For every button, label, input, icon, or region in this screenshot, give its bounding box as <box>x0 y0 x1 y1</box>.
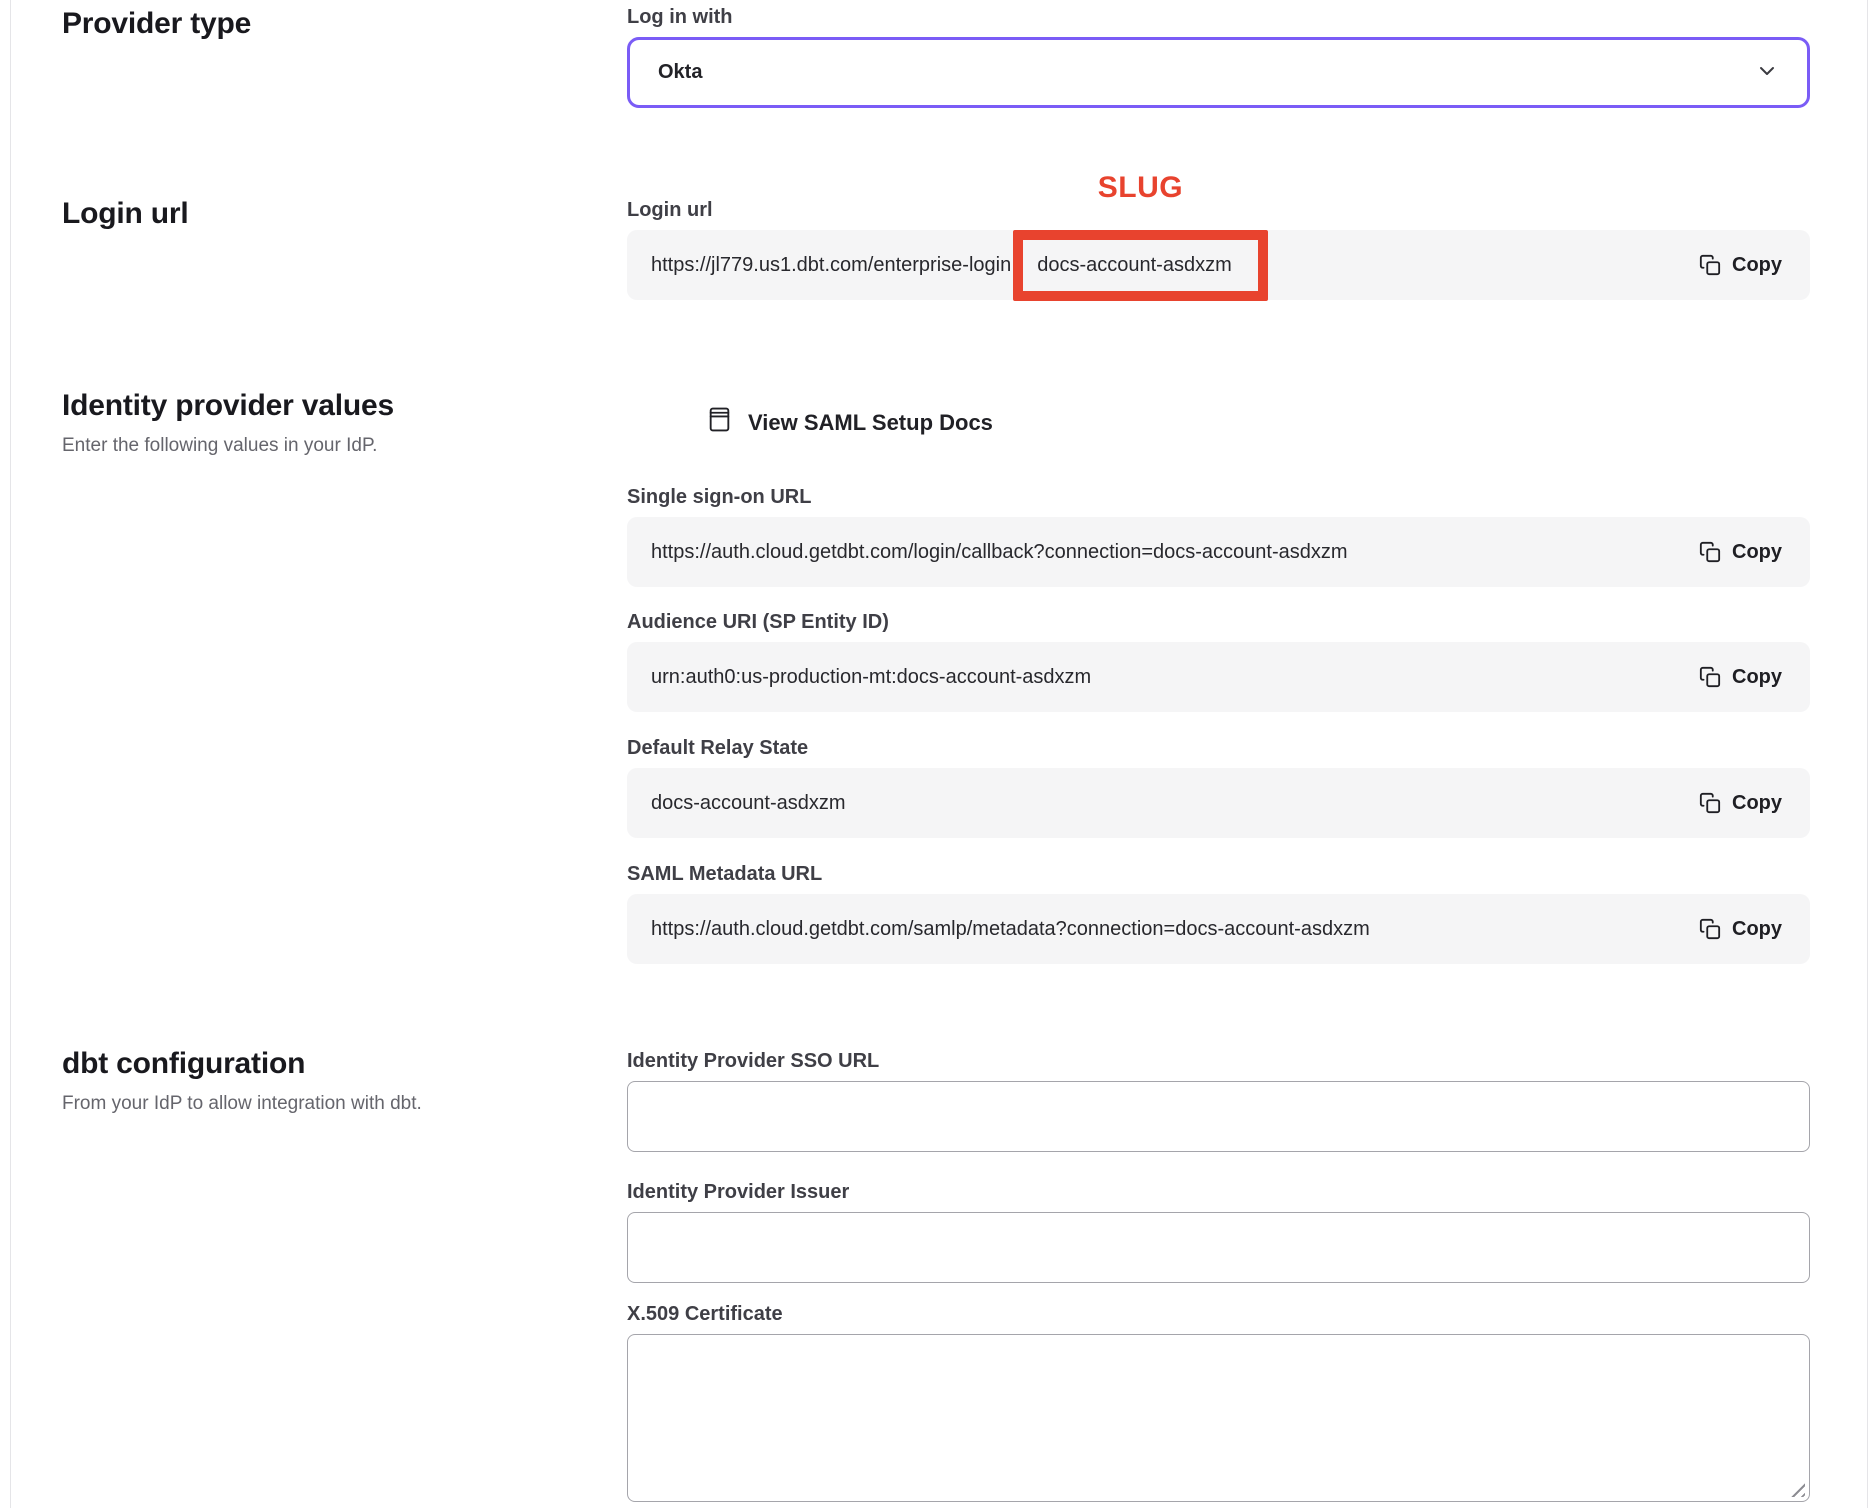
provider-type-heading: Provider type <box>62 6 582 42</box>
audience-uri-row: urn:auth0:us-production-mt:docs-account-… <box>627 642 1810 712</box>
x509-certificate-textarea[interactable] <box>627 1334 1810 1502</box>
copy-button-label: Copy <box>1732 254 1782 277</box>
copy-button-label: Copy <box>1732 918 1782 941</box>
copy-saml-metadata-url-button[interactable]: Copy <box>1699 914 1782 945</box>
login-with-label: Log in with <box>627 6 1810 28</box>
copy-icon <box>1699 918 1721 940</box>
default-relay-state-value: docs-account-asdxzm <box>651 792 1699 815</box>
copy-single-sign-on-url-button[interactable]: Copy <box>1699 537 1782 568</box>
copy-icon <box>1699 792 1721 814</box>
section-heading-provider-type: Provider type <box>62 6 582 42</box>
identity-provider-values-subtitle: Enter the following values in your IdP. <box>62 434 582 458</box>
copy-button-label: Copy <box>1732 541 1782 564</box>
saml-metadata-url-label: SAML Metadata URL <box>627 863 1810 885</box>
slug-annotation-label: SLUG <box>1098 176 1183 199</box>
section-heading-dbt-configuration: dbt configuration From your IdP to allow… <box>62 1046 582 1116</box>
single-sign-on-url-row: https://auth.cloud.getdbt.com/login/call… <box>627 517 1810 587</box>
copy-audience-uri-button[interactable]: Copy <box>1699 662 1782 693</box>
copy-default-relay-state-button[interactable]: Copy <box>1699 788 1782 819</box>
dbt-configuration-heading: dbt configuration <box>62 1046 582 1082</box>
x509-certificate-label: X.509 Certificate <box>627 1303 1810 1325</box>
login-with-selected-value: Okta <box>658 61 702 84</box>
identity-provider-issuer-input[interactable] <box>627 1212 1810 1283</box>
copy-icon <box>1699 254 1721 276</box>
login-url-row: https://jl779.us1.dbt.com/enterprise-log… <box>627 230 1810 300</box>
audience-uri-value: urn:auth0:us-production-mt:docs-account-… <box>651 666 1699 689</box>
view-saml-setup-docs-link[interactable]: View SAML Setup Docs <box>707 406 993 440</box>
saml-metadata-url-row: https://auth.cloud.getdbt.com/samlp/meta… <box>627 894 1810 964</box>
identity-provider-issuer-label: Identity Provider Issuer <box>627 1181 1810 1203</box>
copy-button-label: Copy <box>1732 666 1782 689</box>
copy-login-url-button[interactable]: Copy <box>1699 250 1782 281</box>
docs-book-icon <box>707 406 732 440</box>
dbt-configuration-subtitle: From your IdP to allow integration with … <box>62 1092 582 1116</box>
copy-icon <box>1699 541 1721 563</box>
sso-settings-page: Provider type Login url Identity provide… <box>0 0 1876 1508</box>
copy-icon <box>1699 666 1721 688</box>
saml-metadata-url-value: https://auth.cloud.getdbt.com/samlp/meta… <box>651 918 1699 941</box>
login-with-select[interactable]: Okta <box>627 37 1810 108</box>
login-url-prefix: https://jl779.us1.dbt.com/enterprise-log… <box>651 254 1011 276</box>
docs-link-label: View SAML Setup Docs <box>748 409 993 437</box>
single-sign-on-url-value: https://auth.cloud.getdbt.com/login/call… <box>651 541 1699 564</box>
chevron-down-icon <box>1755 58 1779 87</box>
copy-button-label: Copy <box>1732 792 1782 815</box>
login-url-heading: Login url <box>62 196 582 232</box>
login-url-slug: docs-account-asdxzm <box>1037 254 1232 276</box>
login-url-value: https://jl779.us1.dbt.com/enterprise-log… <box>651 254 1699 277</box>
slug-highlight-box: docs-account-asdxzmSLUG <box>1013 230 1268 301</box>
section-heading-identity-provider-values: Identity provider values Enter the follo… <box>62 388 582 458</box>
audience-uri-label: Audience URI (SP Entity ID) <box>627 611 1810 633</box>
identity-provider-sso-url-label: Identity Provider SSO URL <box>627 1050 1810 1072</box>
identity-provider-sso-url-input[interactable] <box>627 1081 1810 1152</box>
single-sign-on-url-label: Single sign-on URL <box>627 486 1810 508</box>
default-relay-state-label: Default Relay State <box>627 737 1810 759</box>
identity-provider-values-heading: Identity provider values <box>62 388 582 424</box>
default-relay-state-row: docs-account-asdxzm Copy <box>627 768 1810 838</box>
login-url-field-label: Login url <box>627 199 1810 221</box>
section-heading-login-url: Login url <box>62 196 582 232</box>
